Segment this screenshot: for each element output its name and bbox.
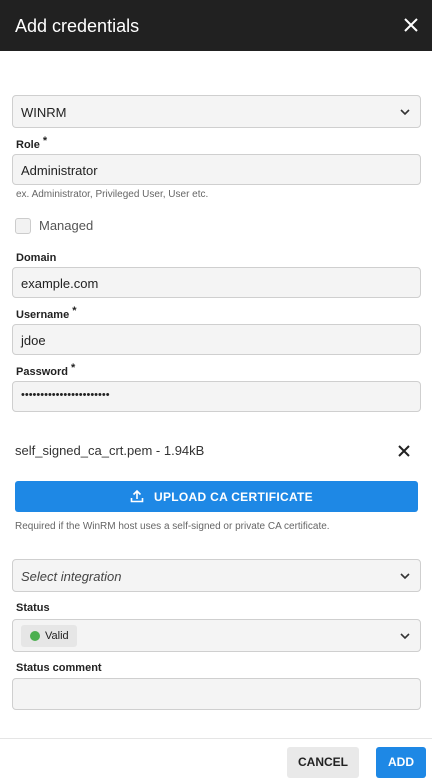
upload-icon [130,489,144,503]
username-input-value: jdoe [21,333,46,348]
password-input[interactable]: ••••••••••••••••••••••• [12,381,421,412]
protocol-select-value: WINRM [21,105,67,120]
status-select[interactable]: Valid [12,619,421,652]
integration-select[interactable]: Select integration [12,559,421,592]
role-label: Role * [16,135,48,151]
dialog-title: Add credentials [15,16,140,36]
status-badge-label: Valid [45,630,69,642]
upload-ca-certificate-button[interactable]: UPLOAD CA CERTIFICATE [15,481,418,512]
add-button[interactable]: ADD [376,747,426,778]
role-hint: ex. Administrator, Privileged User, User… [16,189,209,200]
cancel-button[interactable]: CANCEL [287,747,359,778]
domain-label: Domain [16,252,57,264]
domain-input[interactable]: example.com [12,267,421,298]
role-input-value: Administrator [21,163,98,178]
status-comment-label: Status comment [16,662,102,674]
required-mark: * [42,135,48,147]
username-label: Username * [16,305,77,321]
integration-select-placeholder: Select integration [21,569,122,584]
chevron-down-icon [400,573,410,580]
password-label: Password * [16,362,76,378]
role-input[interactable]: Administrator [12,154,421,185]
chevron-down-icon [400,633,410,640]
footer-divider [0,738,432,739]
managed-checkbox[interactable] [15,218,31,234]
dialog-header: Add credentials [0,0,432,51]
required-mark: * [70,362,76,374]
managed-label: Managed [39,218,94,233]
status-badge: Valid [21,625,77,647]
password-input-value: ••••••••••••••••••••••• [21,389,110,401]
close-icon[interactable] [402,16,420,34]
chevron-down-icon [400,109,410,116]
domain-input-value: example.com [21,276,99,291]
status-dot-icon [30,631,40,641]
status-label: Status [16,602,50,614]
status-comment-input[interactable] [12,678,421,710]
remove-file-icon[interactable] [397,444,411,458]
protocol-select[interactable]: WINRM [12,95,421,128]
certificate-hint: Required if the WinRM host uses a self-s… [15,521,330,532]
required-mark: * [72,305,77,317]
certificate-file-name: self_signed_ca_crt.pem - 1.94kB [15,443,205,458]
username-input[interactable]: jdoe [12,324,421,355]
upload-button-label: UPLOAD CA CERTIFICATE [154,490,313,504]
